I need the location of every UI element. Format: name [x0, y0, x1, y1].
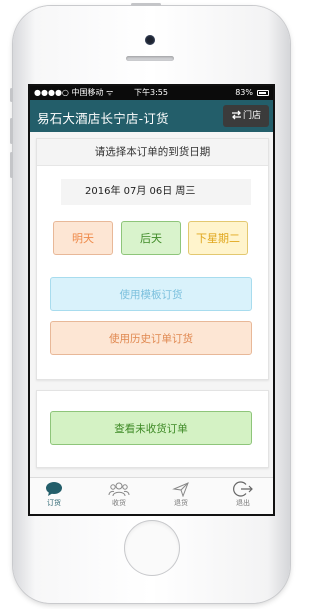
carrier-label: ●●●●○ 中国移动 ᯤ [34, 88, 114, 97]
history-order-button[interactable]: 使用历史订单订货 [50, 321, 252, 355]
switch-store-button[interactable]: 门店 [223, 105, 269, 127]
logout-icon [233, 481, 253, 497]
volume-up-button [10, 118, 13, 144]
next-tuesday-button[interactable]: 下星期二 [188, 221, 248, 255]
battery-percent: 83% [235, 88, 253, 97]
switch-store-label: 门店 [242, 111, 261, 121]
tab-receive[interactable]: 收货 [99, 481, 139, 508]
page-title: 易石大酒店长宁店-订货 [37, 111, 169, 126]
tab-logout[interactable]: 退出 [223, 481, 263, 508]
tomorrow-button[interactable]: 明天 [53, 221, 113, 255]
status-bar: ●●●●○ 中国移动 ᯤ 下午3:55 83% [30, 86, 273, 100]
tab-order[interactable]: 订货 [34, 481, 74, 508]
template-order-button[interactable]: 使用模板订货 [50, 277, 252, 311]
power-button [131, 3, 161, 6]
users-icon [108, 482, 130, 497]
tab-logout-label: 退出 [236, 499, 250, 507]
tab-order-label: 订货 [47, 499, 61, 507]
tab-return-label: 退货 [174, 499, 188, 507]
front-camera [145, 35, 155, 45]
delivery-date-heading: 请选择本订单的到货日期 [37, 139, 268, 166]
chat-bubble-icon [46, 482, 62, 496]
tab-return[interactable]: 退货 [161, 481, 201, 508]
earpiece-speaker [126, 56, 174, 61]
day-after-tomorrow-button[interactable]: 后天 [121, 221, 181, 255]
app-header: 易石大酒店长宁店-订货 门店 [30, 100, 273, 132]
swap-arrows-icon [231, 110, 241, 120]
battery-icon [257, 90, 269, 96]
send-icon [172, 482, 189, 497]
phone-frame: ●●●●○ 中国移动 ᯤ 下午3:55 83% 易石大酒店长宁店-订货 门店 请… [10, 3, 290, 603]
clock-label: 下午3:55 [134, 88, 168, 97]
tab-receive-label: 收货 [112, 499, 126, 507]
tab-bar: 订货 收货 退货 退出 [30, 477, 273, 514]
pending-orders-card: 查看未收货订单 [36, 390, 269, 468]
home-button[interactable] [124, 520, 180, 576]
delivery-date-field[interactable]: 2016年 07月 06日 周三 [61, 179, 251, 205]
delivery-date-card: 请选择本订单的到货日期 2016年 07月 06日 周三 明天 后天 下星期二 … [36, 138, 269, 380]
app-screen: ●●●●○ 中国移动 ᯤ 下午3:55 83% 易石大酒店长宁店-订货 门店 请… [30, 86, 273, 514]
unreceived-orders-button[interactable]: 查看未收货订单 [50, 411, 252, 445]
volume-down-button [10, 152, 13, 178]
mute-switch [10, 88, 13, 102]
